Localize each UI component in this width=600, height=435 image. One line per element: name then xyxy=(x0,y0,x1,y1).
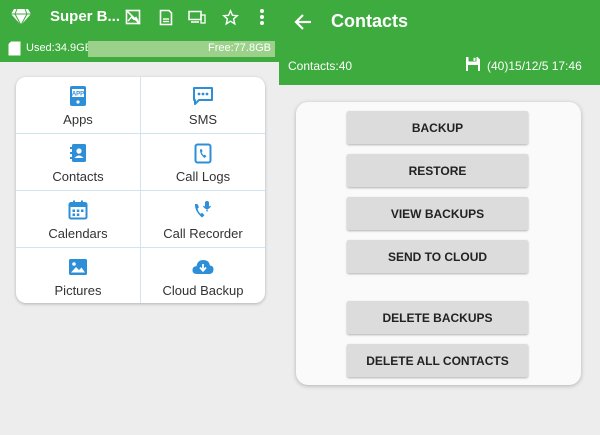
more-vert-icon[interactable] xyxy=(251,6,273,28)
grid-item-cloud-backup[interactable]: Cloud Backup xyxy=(141,248,265,303)
grid-item-label: Calendars xyxy=(48,226,108,241)
star-icon[interactable] xyxy=(219,6,241,28)
sms-icon xyxy=(191,85,215,107)
storage-used-label: Used:34.9GB xyxy=(26,42,93,54)
storage-bar: Used:34.9GB Free:77.8GB xyxy=(0,36,279,62)
image-off-icon[interactable] xyxy=(122,6,144,28)
storage-sd-icon xyxy=(8,41,21,56)
grid-item-label: Pictures xyxy=(54,283,102,298)
back-arrow-icon[interactable] xyxy=(293,12,313,32)
actions-card: BACKUP RESTORE VIEW BACKUPS SEND TO CLOU… xyxy=(296,102,581,385)
grid-item-calendars[interactable]: Calendars xyxy=(16,191,140,247)
contacts-count: Contacts:40 xyxy=(288,59,353,73)
feature-grid: APP Apps SMS Contacts Call Logs Calendar… xyxy=(16,77,265,303)
delete-all-contacts-button[interactable]: DELETE ALL CONTACTS xyxy=(347,344,528,377)
grid-item-apps[interactable]: APP Apps xyxy=(16,77,140,133)
last-backup-stamp: (40)15/12/5 17:46 xyxy=(487,59,582,73)
contacts-app-bar: Contacts Contacts:40 (40)15/12/5 17:46 xyxy=(279,0,600,85)
restore-button[interactable]: RESTORE xyxy=(347,154,528,187)
grid-item-contacts[interactable]: Contacts xyxy=(16,134,140,190)
grid-item-sms[interactable]: SMS xyxy=(141,77,265,133)
backup-button[interactable]: BACKUP xyxy=(347,111,528,144)
calendar-icon xyxy=(66,199,90,221)
grid-item-label: Apps xyxy=(63,112,93,127)
sd-card-icon[interactable] xyxy=(155,6,177,28)
grid-item-label: SMS xyxy=(188,112,218,127)
call-recorder-icon xyxy=(191,199,215,221)
pictures-icon xyxy=(66,256,90,278)
send-to-cloud-button[interactable]: SEND TO CLOUD xyxy=(347,240,528,273)
app-title: Super B... xyxy=(50,8,121,25)
main-screen: Super B... Used:34.9GB Free:77.8GB APP A… xyxy=(0,0,279,435)
cloud-backup-icon xyxy=(191,256,215,278)
page-title: Contacts xyxy=(331,11,409,31)
grid-item-call-recorder[interactable]: Call Recorder xyxy=(141,191,265,247)
grid-item-pictures[interactable]: Pictures xyxy=(16,248,140,303)
grid-item-label: Call Recorder xyxy=(163,226,243,241)
devices-icon[interactable] xyxy=(186,6,208,28)
svg-text:APP: APP xyxy=(72,92,84,98)
contacts-icon xyxy=(66,142,90,164)
floppy-disk-icon xyxy=(466,57,480,71)
contacts-screen: Contacts Contacts:40 (40)15/12/5 17:46 B… xyxy=(279,0,600,435)
grid-item-call-logs[interactable]: Call Logs xyxy=(141,134,265,190)
grid-item-label: Contacts xyxy=(52,169,104,184)
delete-backups-button[interactable]: DELETE BACKUPS xyxy=(347,301,528,334)
call-logs-icon xyxy=(191,142,215,164)
view-backups-button[interactable]: VIEW BACKUPS xyxy=(347,197,528,230)
grid-item-label: Call Logs xyxy=(175,169,231,184)
diamond-logo-icon xyxy=(11,8,31,26)
apps-icon: APP xyxy=(66,85,90,107)
grid-item-label: Cloud Backup xyxy=(162,283,244,298)
storage-free-label: Free:77.8GB xyxy=(208,42,271,54)
main-app-bar: Super B... xyxy=(0,0,279,36)
